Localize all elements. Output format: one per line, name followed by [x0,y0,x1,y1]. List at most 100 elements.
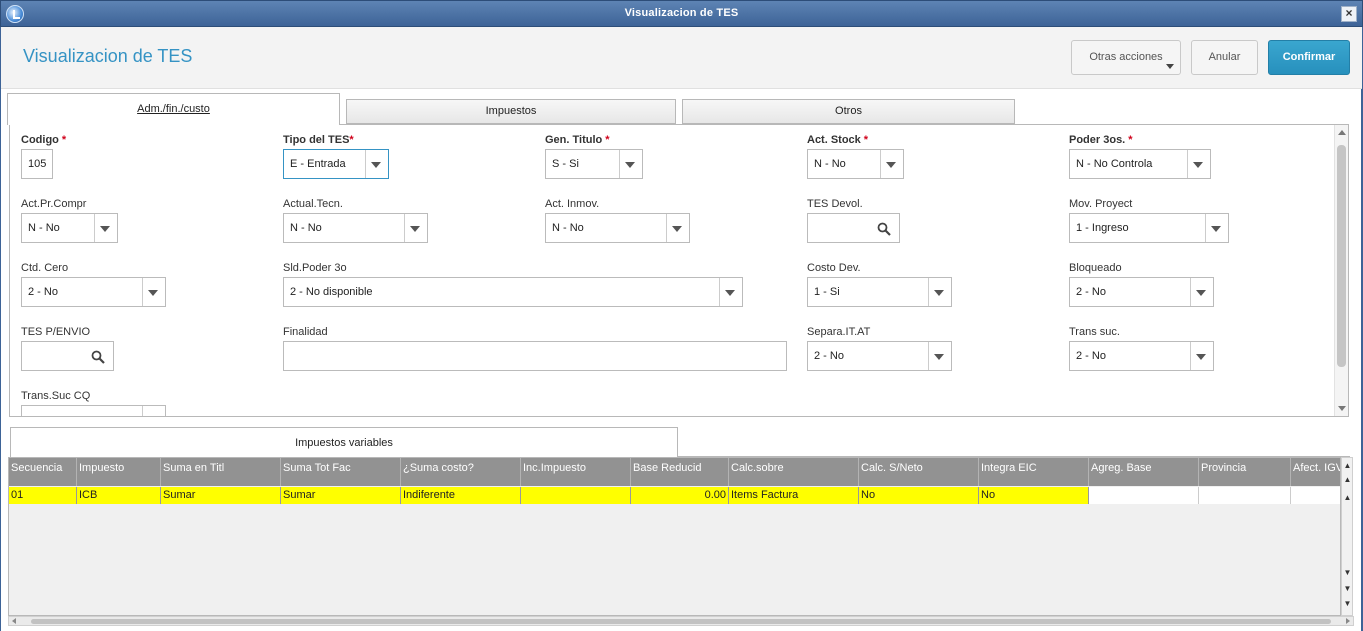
scroll-bottom-icon[interactable]: ▼ [1343,600,1352,609]
act-pr-compr-select[interactable]: N - No [21,213,118,243]
tab-label: Otros [835,105,862,117]
chevron-down-icon [934,354,944,360]
chevron-down-icon [1196,290,1206,296]
search-icon[interactable] [91,350,105,364]
bloqueado-label: Bloqueado [1069,262,1122,274]
gen-titulo-select[interactable]: S - Si [545,149,643,179]
trans-suc-label: Trans suc. [1069,326,1120,338]
anular-button[interactable]: Anular [1191,40,1258,75]
act-stock-select[interactable]: N - No [807,149,904,179]
column-header[interactable]: Impuesto [77,458,161,486]
poder-3os-select[interactable]: N - No Controla [1069,149,1211,179]
table-cell[interactable] [521,487,631,504]
chevron-down-icon [886,162,896,168]
chevron-down-icon [148,290,158,296]
scroll-thumb[interactable] [31,619,1331,624]
tab-impuestos[interactable]: Impuestos [346,99,676,124]
chevron-down-icon [725,290,735,296]
mov-proyect-label: Mov. Proyect [1069,198,1133,210]
tab-label: Adm./fin./custo [137,103,210,115]
actual-tecn-label: Actual.Tecn. [283,198,343,210]
page-header: Visualizacion de TES Otras acciones Anul… [1,27,1362,89]
scroll-page-up-icon[interactable]: ▲ [1343,476,1352,485]
tab-otros[interactable]: Otros [682,99,1015,124]
table-cell[interactable]: No [979,487,1089,504]
sld-poder-label: Sld.Poder 3o [283,262,347,274]
table-cell[interactable] [1089,487,1199,504]
column-header[interactable]: Provincia [1199,458,1291,486]
column-header[interactable]: Base Reducid [631,458,729,486]
scroll-up-icon[interactable] [1338,130,1346,135]
otras-acciones-button[interactable]: Otras acciones [1071,40,1181,75]
tab-adm-fin-custo[interactable]: Adm./fin./custo [7,93,340,125]
table-cell[interactable]: 01 [9,487,77,504]
chevron-down-icon [1193,162,1203,168]
column-header[interactable]: Calc. S/Neto [859,458,979,486]
search-icon[interactable] [877,222,891,236]
column-header[interactable]: Secuencia [9,458,77,486]
scroll-top-icon[interactable]: ▲ [1343,462,1352,471]
table-cell[interactable]: Sumar [161,487,281,504]
table-cell[interactable]: 0.00 [631,487,729,504]
column-header[interactable]: Agreg. Base [1089,458,1199,486]
grid-horizontal-scrollbar[interactable] [8,616,1354,626]
table-cell[interactable]: Indiferente [401,487,521,504]
sld-poder-select[interactable]: 2 - No disponible [283,277,743,307]
impuestos-grid: Secuencia Impuesto Suma en Titl Suma Tot… [8,457,1341,616]
column-header[interactable]: ¿Suma costo? [401,458,521,486]
tes-penvio-input[interactable] [21,341,114,371]
codigo-input[interactable]: 105 [21,149,53,179]
tes-devol-input[interactable] [807,213,900,243]
table-cell[interactable]: No [859,487,979,504]
mov-proyect-select[interactable]: 1 - Ingreso [1069,213,1229,243]
chevron-down-icon [1211,226,1221,232]
trans-suc-cq-select[interactable] [21,405,166,416]
act-stock-label: Act. Stock * [807,134,869,146]
chevron-down-icon [625,162,635,168]
scroll-up-icon[interactable]: ▲ [1343,494,1352,503]
column-header[interactable]: Integra EIC [979,458,1089,486]
column-header[interactable]: Suma en Titl [161,458,281,486]
column-header[interactable]: Calc.sobre [729,458,859,486]
separa-itat-select[interactable]: 2 - No [807,341,952,371]
tes-devol-label: TES Devol. [807,198,863,210]
window-titlebar: Visualizacion de TES × [0,0,1363,27]
caret-down-icon [1166,64,1174,69]
page-title: Visualizacion de TES [23,46,193,66]
form-scrollbar[interactable] [1334,125,1348,416]
actual-tecn-select[interactable]: N - No [283,213,428,243]
table-row[interactable]: 01 ICB Sumar Sumar Indiferente 0.00 Item… [9,487,1340,504]
window-title: Visualizacion de TES [624,7,739,19]
scroll-page-down-icon[interactable]: ▼ [1343,585,1352,594]
act-inmov-select[interactable]: N - No [545,213,690,243]
column-header[interactable]: Suma Tot Fac [281,458,401,486]
column-header[interactable]: Afect. IGV [1291,458,1340,486]
column-header[interactable]: Inc.Impuesto [521,458,631,486]
scroll-right-icon[interactable] [1346,618,1350,624]
tab-impuestos-variables[interactable]: Impuestos variables [10,427,678,457]
tab-label: Impuestos variables [295,437,393,449]
codigo-label: Codigo * [21,134,67,146]
costo-dev-label: Costo Dev. [807,262,861,274]
act-inmov-label: Act. Inmov. [545,198,600,210]
window-border-left [0,27,1,631]
costo-dev-select[interactable]: 1 - Si [807,277,952,307]
scroll-thumb[interactable] [1337,145,1346,367]
table-cell[interactable]: Sumar [281,487,401,504]
scroll-down-icon[interactable] [1338,406,1346,411]
tipo-tes-select[interactable]: E - Entrada [283,149,389,179]
close-icon[interactable]: × [1341,6,1357,22]
table-cell[interactable]: Items Factura [729,487,859,504]
finalidad-input[interactable] [283,341,787,371]
scroll-left-icon[interactable] [12,618,16,624]
ctd-cero-select[interactable]: 2 - No [21,277,166,307]
separa-itat-label: Separa.IT.AT [807,326,871,338]
bloqueado-select[interactable]: 2 - No [1069,277,1214,307]
confirmar-button[interactable]: Confirmar [1268,40,1350,75]
grid-scrollbar[interactable]: ▲ ▲ ▲ ▼ ▼ ▼ [1341,457,1353,616]
table-cell[interactable] [1291,487,1340,504]
scroll-down-icon[interactable]: ▼ [1343,569,1352,578]
table-cell[interactable] [1199,487,1291,504]
table-cell[interactable]: ICB [77,487,161,504]
trans-suc-select[interactable]: 2 - No [1069,341,1214,371]
